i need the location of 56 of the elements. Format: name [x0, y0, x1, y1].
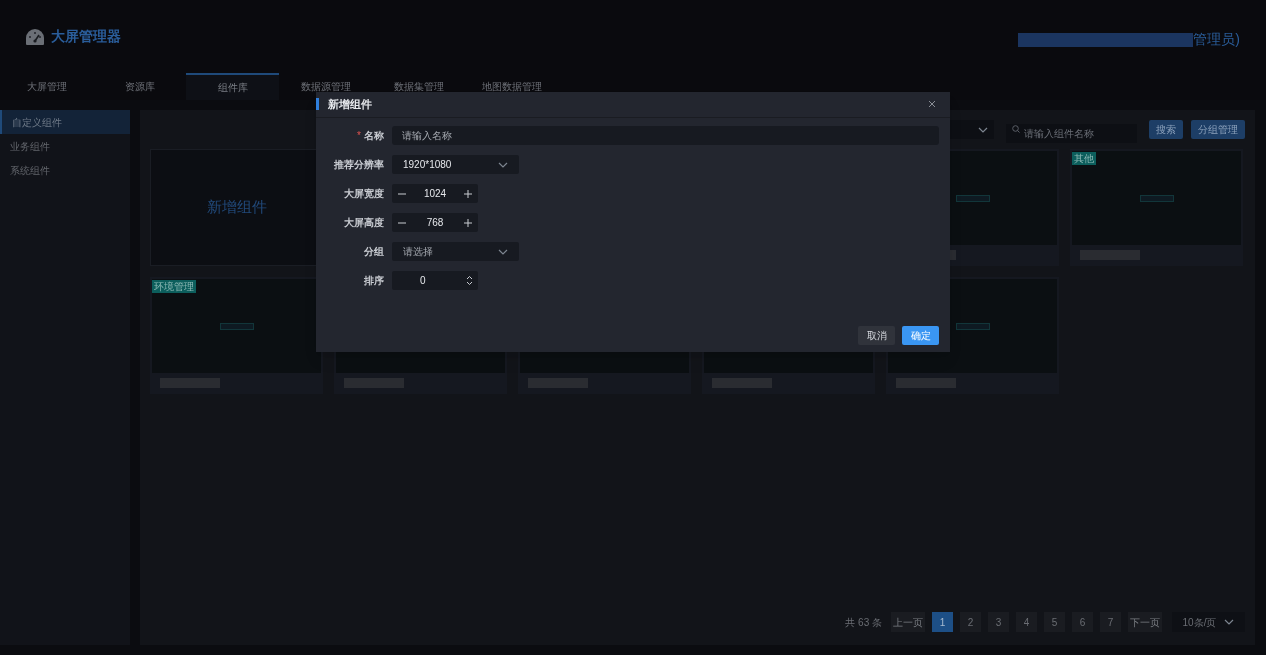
speedometer-icon: [25, 27, 45, 46]
up-down-arrows-icon[interactable]: [466, 275, 473, 286]
plus-icon[interactable]: [464, 189, 472, 198]
nav-tab[interactable]: 大屏管理: [0, 73, 93, 100]
nav-tab[interactable]: 组件库: [186, 73, 279, 100]
field-label: 大屏高度: [344, 216, 384, 230]
search-icon: [1012, 125, 1020, 133]
close-icon[interactable]: [928, 100, 936, 108]
nav-tab[interactable]: 地图数据管理: [465, 73, 558, 100]
component-card[interactable]: 其他: [1070, 149, 1243, 266]
input-widget-drawing: [1139, 194, 1174, 202]
search-field[interactable]: 请输入组件名称: [1006, 124, 1137, 143]
name-input[interactable]: 请输入名称: [392, 126, 939, 145]
chevron-down-icon: [1224, 619, 1235, 625]
confirm-button[interactable]: 确定: [902, 326, 939, 345]
chevron-down-icon: [498, 161, 508, 168]
user-name: 管理员): [1193, 30, 1240, 49]
page-button[interactable]: 1: [932, 612, 953, 632]
component-card[interactable]: 环境管理: [150, 277, 323, 394]
total-count: 共 63 条: [845, 615, 882, 630]
page-button[interactable]: 3: [988, 612, 1009, 632]
plus-icon[interactable]: [464, 218, 472, 227]
page-button[interactable]: 4: [1016, 612, 1037, 632]
page-size-select[interactable]: 10条/页: [1172, 612, 1245, 632]
field-label: 排序: [364, 274, 384, 288]
field-label: 推荐分辨率: [334, 158, 384, 172]
input-widget-drawing: [219, 322, 254, 330]
sidebar-item[interactable]: 业务组件: [0, 134, 130, 158]
category-tag: 环境管理: [152, 280, 196, 293]
toolbar-button[interactable]: 分组管理: [1191, 120, 1245, 139]
select-field[interactable]: 请选择: [392, 242, 519, 261]
field-label: 名称: [364, 129, 384, 143]
category-tag: 其他: [1072, 152, 1096, 165]
page-button[interactable]: 7: [1100, 612, 1121, 632]
chevron-down-icon: [978, 126, 988, 133]
input-widget-drawing: [955, 322, 990, 330]
select-field[interactable]: 1920*1080: [392, 155, 519, 174]
field-label: 分组: [364, 245, 384, 259]
cancel-button[interactable]: 取消: [858, 326, 895, 345]
page-button[interactable]: 6: [1072, 612, 1093, 632]
page-button[interactable]: 5: [1044, 612, 1065, 632]
input-widget-drawing: [955, 194, 990, 202]
number-input[interactable]: 0: [392, 271, 478, 290]
nav-tab[interactable]: 资源库: [93, 73, 186, 100]
number-stepper[interactable]: 768: [392, 213, 478, 232]
chevron-down-icon: [498, 248, 508, 255]
required-mark: *: [357, 129, 361, 143]
sidebar-item[interactable]: 系统组件: [0, 158, 130, 182]
sidebar-item[interactable]: 自定义组件: [0, 110, 130, 134]
nav-tab[interactable]: 数据集管理: [372, 73, 465, 100]
app-title: 大屏管理器: [51, 27, 121, 46]
page-button[interactable]: 2: [960, 612, 981, 632]
accent-bar: [316, 98, 319, 110]
field-label: 大屏宽度: [344, 187, 384, 201]
number-stepper[interactable]: 1024: [392, 184, 478, 203]
toolbar-button[interactable]: 搜索: [1149, 120, 1183, 139]
